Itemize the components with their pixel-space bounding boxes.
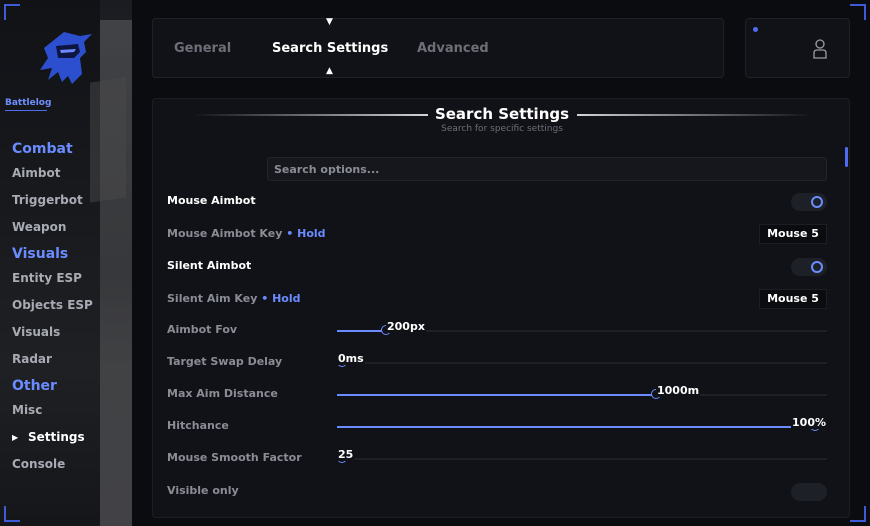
setting-label-text: Mouse Smooth Factor <box>167 451 302 464</box>
max-aim-distance-slider[interactable]: 1000m <box>337 384 827 399</box>
search-input[interactable] <box>267 157 827 181</box>
bullet-separator: • <box>257 292 273 305</box>
sidebar-section-visuals: Visuals <box>12 246 69 262</box>
setting-label: Mouse Smooth Factor <box>167 451 302 464</box>
corner-bracket <box>4 506 20 522</box>
tab-search-settings[interactable]: Search Settings <box>272 41 388 56</box>
panel-subtitle: Search for specific settings <box>441 124 563 134</box>
bullet-separator: • <box>282 227 298 240</box>
setting-label-text: Visible only <box>167 484 239 497</box>
setting-label: Aimbot Fov <box>167 323 237 336</box>
sidebar-item-visuals[interactable]: Visuals <box>12 319 132 346</box>
slider-value: 200px <box>386 320 426 333</box>
setting-label: Silent Aim Key • Hold <box>167 292 301 305</box>
setting-label-text: Aimbot Fov <box>167 323 238 336</box>
sidebar-item-entity-esp[interactable]: Entity ESP <box>12 265 132 292</box>
setting-row-mouse-aimbot-key: Mouse Aimbot Key • Hold Mouse 5 <box>167 224 827 246</box>
setting-label-text: Silent Aim Key <box>167 292 258 305</box>
setting-label: Silent Aimbot <box>167 259 251 272</box>
key-mode[interactable]: Hold <box>272 292 300 305</box>
setting-label: Max Aim Distance <box>167 387 278 400</box>
setting-row-visible-only: Visible only <box>167 481 827 503</box>
mouse-smooth-factor-slider[interactable]: 25 <box>337 448 827 463</box>
setting-label-text: Target Swap Delay <box>167 355 283 368</box>
slider-value: 25 <box>337 448 355 461</box>
setting-label-text: Hitchance <box>167 419 229 432</box>
sidebar-item-misc[interactable]: Misc <box>12 397 132 424</box>
sidebar-item-radar[interactable]: Radar <box>12 346 132 373</box>
visible-only-toggle[interactable] <box>791 483 827 501</box>
setting-label: Hitchance <box>167 419 229 432</box>
sidebar-section-other: Other <box>12 378 57 394</box>
mouse-aimbot-key-keybind-button[interactable]: Mouse 5 <box>759 224 827 244</box>
setting-row-mouse-smooth-factor: Mouse Smooth Factor 25 <box>167 448 827 470</box>
slider-value: 100% <box>791 416 827 429</box>
silent-aimbot-toggle[interactable] <box>791 258 827 276</box>
tab-bar: General Search Settings ▼ ▲ Advanced <box>152 17 724 78</box>
target-swap-delay-slider[interactable]: 0ms <box>337 352 827 367</box>
slider-fill <box>337 330 386 332</box>
setting-row-aimbot-fov: Aimbot Fov 200px <box>167 320 827 342</box>
tab-indicator-up-icon: ▲ <box>326 66 333 76</box>
corner-bracket <box>4 4 20 20</box>
sidebar-nav: Combat Aimbot Triggerbot Weapon Visuals Entit… <box>12 136 132 478</box>
sidebar-section-combat: Combat <box>12 141 73 157</box>
brand-name: Battlelog <box>5 98 51 111</box>
setting-label-text: Silent Aimbot <box>167 259 252 272</box>
slider-fill <box>337 426 827 428</box>
settings-panel: Search Settings Search for specific sett… <box>152 98 850 518</box>
sidebar: Battlelog Combat Aimbot Triggerbot Weapon Vi… <box>0 0 132 526</box>
toggle-knob <box>811 261 823 273</box>
setting-label: Visible only <box>167 484 239 497</box>
setting-row-max-aim-distance: Max Aim Distance 1000m <box>167 384 827 406</box>
key-mode[interactable]: Hold <box>297 227 325 240</box>
sidebar-item-objects-esp[interactable]: Objects ESP <box>12 292 132 319</box>
tab-general[interactable]: General <box>174 41 231 56</box>
mouse-aimbot-toggle[interactable] <box>791 193 827 211</box>
sidebar-item-settings[interactable]: Settings <box>12 424 132 451</box>
setting-label-text: Max Aim Distance <box>167 387 278 400</box>
panel-title: Search Settings <box>434 105 570 123</box>
setting-label: Mouse Aimbot Key • Hold <box>167 227 326 240</box>
slider-value: 0ms <box>337 352 365 365</box>
setting-label: Mouse Aimbot <box>167 194 256 207</box>
setting-row-mouse-aimbot: Mouse Aimbot <box>167 191 827 213</box>
toggle-knob <box>811 196 823 208</box>
profile-box[interactable] <box>745 18 850 78</box>
sidebar-item-aimbot[interactable]: Aimbot <box>12 160 132 187</box>
corner-bracket <box>850 4 866 20</box>
setting-row-target-swap-delay: Target Swap Delay 0ms <box>167 352 827 374</box>
hitchance-slider[interactable]: 100% <box>337 416 827 431</box>
status-dot <box>753 27 758 32</box>
setting-row-silent-aim-key: Silent Aim Key • Hold Mouse 5 <box>167 289 827 311</box>
setting-label: Target Swap Delay <box>167 355 282 368</box>
scrollbar[interactable] <box>845 147 848 167</box>
sidebar-item-triggerbot[interactable]: Triggerbot <box>12 187 132 214</box>
setting-label-text: Mouse Aimbot <box>167 194 256 207</box>
slider-value: 1000m <box>656 384 701 397</box>
setting-row-silent-aimbot: Silent Aimbot <box>167 256 827 278</box>
sidebar-item-console[interactable]: Console <box>12 451 132 478</box>
slider-fill <box>337 394 656 396</box>
user-icon[interactable] <box>812 39 828 59</box>
knight-helmet-logo <box>40 32 92 84</box>
setting-label-text: Mouse Aimbot Key <box>167 227 283 240</box>
silent-aim-key-keybind-button[interactable]: Mouse 5 <box>759 289 827 309</box>
sidebar-item-weapon[interactable]: Weapon <box>12 214 132 241</box>
aimbot-fov-slider[interactable]: 200px <box>337 320 827 335</box>
corner-bracket <box>850 506 866 522</box>
tab-indicator-down-icon: ▼ <box>326 17 333 27</box>
tab-advanced[interactable]: Advanced <box>417 41 489 56</box>
setting-row-hitchance: Hitchance 100% <box>167 416 827 438</box>
